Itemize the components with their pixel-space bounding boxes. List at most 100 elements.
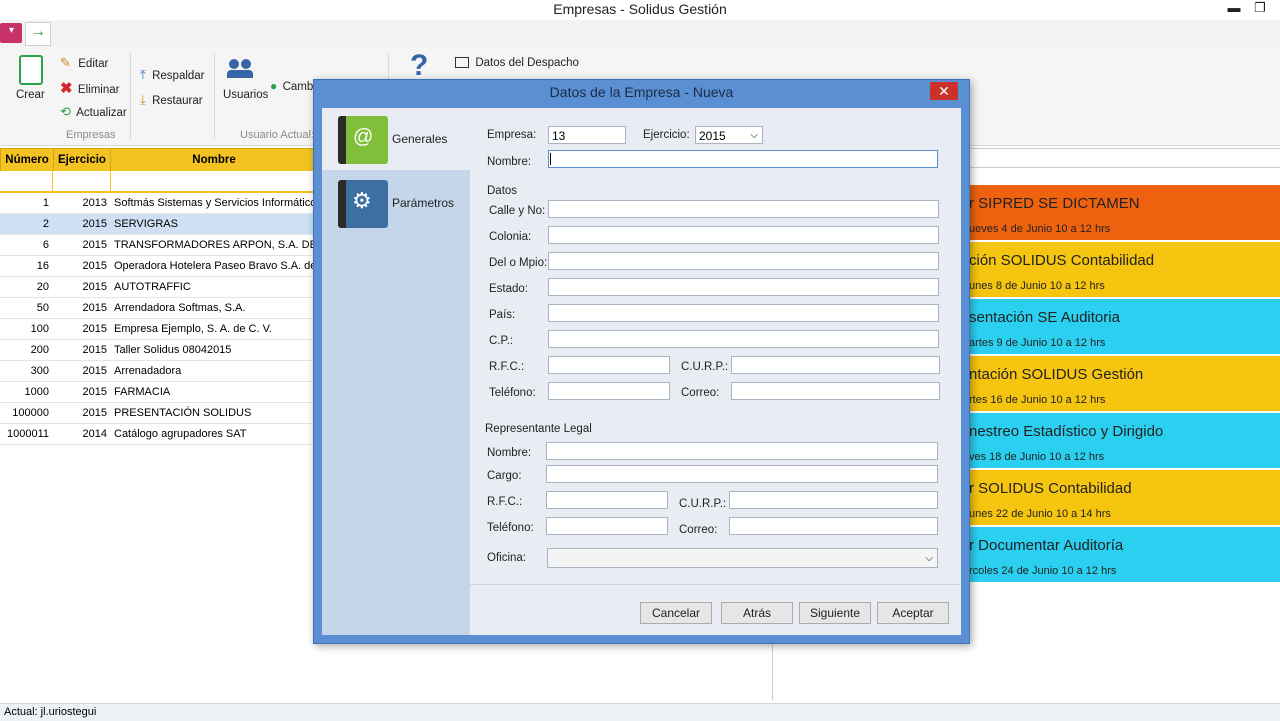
datos-despacho-button[interactable]: Datos del Despacho [455, 55, 579, 69]
respaldar-button[interactable]: ⤒ Respaldar [140, 67, 205, 83]
cell-nombre: Catálogo agrupadores SAT [114, 428, 247, 440]
dialog-close-button[interactable]: ✕ [930, 82, 958, 100]
pencil-icon: ✎ [60, 55, 71, 70]
curp-label: C.U.R.P.: [681, 361, 729, 373]
rep-cargo-input[interactable] [546, 465, 938, 483]
nombre-input[interactable] [548, 150, 938, 168]
event-title: ntación SOLIDUS Gestión [969, 366, 1144, 383]
event-date: ueves 4 de Junio 10 a 12 hrs [969, 223, 1111, 235]
curp-input[interactable] [731, 356, 940, 374]
forward-arrow-icon[interactable]: → [25, 22, 51, 46]
usuarios-button[interactable]: Usuarios [222, 55, 268, 105]
app-menu-button[interactable]: ▾ [0, 23, 22, 43]
grid-body: 1 2013 Softmás Sistemas y Servicios Inform… [0, 193, 316, 445]
event-date: unes 8 de Junio 10 a 12 hrs [969, 280, 1105, 292]
column-header-nombre[interactable]: Nombre [110, 148, 318, 172]
cell-numero: 200 [30, 344, 49, 356]
ribbon-separator [130, 53, 131, 139]
event-date: rcoles 24 de Junio 10 a 12 hrs [969, 565, 1117, 577]
table-row[interactable]: 1000011 2014 Catálogo agrupadores SAT [0, 424, 316, 445]
rep-telefono-input[interactable] [546, 517, 668, 535]
event-date: unes 22 de Junio 10 a 14 hrs [969, 508, 1111, 520]
table-row[interactable]: 300 2015 Arrenadadora [0, 361, 316, 382]
cell-ejercicio: 2015 [82, 407, 107, 419]
table-row[interactable]: 20 2015 AUTOTRAFFIC [0, 277, 316, 298]
table-row[interactable]: 2 2015 SERVIGRAS [0, 214, 316, 235]
rep-correo-input[interactable] [729, 517, 938, 535]
column-header-ejercicio[interactable]: Ejercicio [53, 148, 111, 172]
cell-nombre: TRANSFORMADORES ARPON, S.A. DE C [114, 239, 314, 251]
restaurar-button[interactable]: ⤓ Restaurar [140, 92, 203, 108]
pais-input[interactable] [548, 304, 939, 322]
telefono-label: Teléfono: [489, 387, 536, 399]
ejercicio-select[interactable]: 2015 ⌵ [695, 126, 763, 144]
restore-button[interactable]: ❐ [1250, 0, 1270, 18]
empresa-input[interactable]: 13 [548, 126, 626, 144]
table-row[interactable]: 16 2015 Operadora Hotelera Paseo Bravo S.A… [0, 256, 316, 277]
restaurar-label: Restaurar [152, 95, 203, 107]
group-empresas-label: Empresas [66, 129, 116, 141]
cell-nombre: Softmás Sistemas y Servicios Informático… [114, 197, 314, 209]
aceptar-button[interactable]: Aceptar [877, 602, 949, 624]
atras-button[interactable]: Atrás [721, 602, 793, 624]
cell-nombre: PRESENTACIÓN SOLIDUS [114, 407, 252, 419]
telefono-input[interactable] [548, 382, 670, 400]
correo-input[interactable] [731, 382, 940, 400]
table-row[interactable]: 200 2015 Taller Solidus 08042015 [0, 340, 316, 361]
crear-button[interactable]: Crear [10, 51, 50, 107]
table-row[interactable]: 6 2015 TRANSFORMADORES ARPON, S.A. DE C [0, 235, 316, 256]
download-icon: ⤓ [140, 92, 146, 107]
event-tile[interactable]: r Documentar Auditoría rcoles 24 de Junio… [967, 527, 1280, 582]
new-document-icon [19, 55, 43, 85]
event-tile[interactable]: sentación SE Auditoria artes 9 de Junio 1… [967, 299, 1280, 354]
estado-input[interactable] [548, 278, 939, 296]
group-usuario-label: Usuario Actual: [240, 129, 314, 141]
cell-nombre: Taller Solidus 08042015 [114, 344, 232, 356]
table-row[interactable]: 1000 2015 FARMACIA [0, 382, 316, 403]
colonia-label: Colonia: [489, 231, 532, 243]
event-tile[interactable]: nestreo Estadístico y Dirigido ves 18 de … [967, 413, 1280, 468]
del-mpio-input[interactable] [548, 252, 939, 270]
colonia-input[interactable] [548, 226, 939, 244]
rep-curp-input[interactable] [729, 491, 938, 509]
cell-numero: 20 [36, 281, 49, 293]
minimize-button[interactable]: ▬ [1224, 0, 1244, 18]
sidebar-item-parametros[interactable]: ⚙ Parámetros [322, 172, 470, 234]
siguiente-button[interactable]: Siguiente [799, 602, 871, 624]
sidebar-item-generales[interactable]: @ Generales [322, 108, 470, 170]
oficina-select[interactable]: ⌵ [547, 548, 938, 568]
calle-input[interactable] [548, 200, 939, 218]
cell-nombre: Operadora Hotelera Paseo Bravo S.A. de C [114, 260, 314, 272]
cambiar-usuario-button[interactable]: ● Camb [270, 79, 313, 93]
nombre-label: Nombre: [487, 156, 532, 168]
actualizar-button[interactable]: ⟲ Actualizar [60, 104, 127, 120]
cell-numero: 2 [42, 218, 49, 230]
text-cursor [550, 153, 551, 165]
event-tile[interactable]: ción SOLIDUS Contabilidad unes 8 de Junio… [967, 242, 1280, 297]
table-row[interactable]: 100 2015 Empresa Ejemplo, S. A. de C. V. [0, 319, 316, 340]
event-tile[interactable]: r SOLIDUS Contabilidad unes 22 de Junio 1… [967, 470, 1280, 525]
quick-access-toolbar: ▾ → [0, 20, 1280, 47]
events-header [968, 148, 1280, 168]
editar-button[interactable]: ✎ Editar [60, 55, 108, 71]
rep-correo-label: Correo: [679, 524, 718, 536]
event-tile[interactable]: r SIPRED SE DICTAMEN ueves 4 de Junio 10 … [967, 185, 1280, 240]
table-row[interactable]: 50 2015 Arrendadora Softmas, S.A. [0, 298, 316, 319]
table-row[interactable]: 100000 2015 PRESENTACIÓN SOLIDUS [0, 403, 316, 424]
cell-ejercicio: 2015 [82, 386, 107, 398]
sidebar-label-parametros: Parámetros [392, 196, 455, 210]
rep-rfc-input[interactable] [546, 491, 668, 509]
event-title: r SOLIDUS Contabilidad [969, 480, 1132, 497]
del-mpio-label: Del o Mpio: [489, 257, 548, 269]
column-header-numero[interactable]: Número [0, 148, 54, 172]
event-tile[interactable]: ntación SOLIDUS Gestión rtes 16 de Junio … [967, 356, 1280, 411]
rfc-label: R.F.C.: [489, 361, 525, 373]
help-icon[interactable]: ? [410, 49, 428, 83]
table-row[interactable]: 1 2013 Softmás Sistemas y Servicios Inform… [0, 193, 316, 214]
grid-filter-row[interactable] [0, 171, 316, 193]
cp-input[interactable] [548, 330, 939, 348]
rfc-input[interactable] [548, 356, 670, 374]
rep-nombre-input[interactable] [546, 442, 938, 460]
eliminar-button[interactable]: ✖ Eliminar [60, 79, 119, 97]
cancelar-button[interactable]: Cancelar [640, 602, 712, 624]
